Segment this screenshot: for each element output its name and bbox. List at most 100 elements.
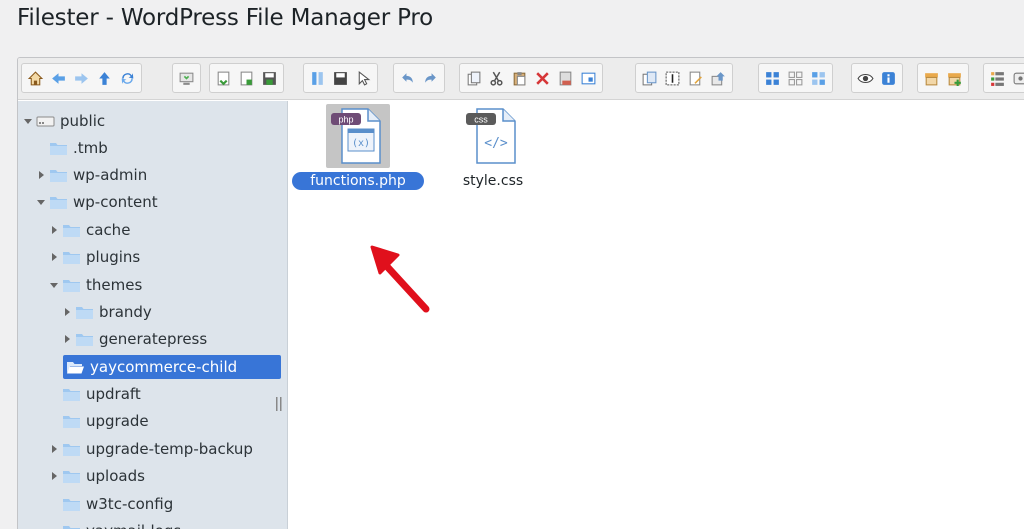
tree-item-plugins[interactable]: plugins	[48, 245, 140, 269]
info-icon[interactable]	[877, 66, 900, 90]
preview-icon[interactable]	[854, 66, 877, 90]
resize-icon[interactable]	[577, 66, 600, 90]
redo-icon[interactable]	[419, 66, 442, 90]
tree-item-upgrade-temp-backup[interactable]: upgrade-temp-backup	[48, 437, 253, 461]
open-icon[interactable]	[212, 66, 235, 90]
places-group	[303, 63, 378, 93]
tree-item-label: w3tc-config	[86, 495, 174, 513]
empty-icon[interactable]	[554, 66, 577, 90]
archive-group	[917, 63, 969, 93]
folder-icon	[62, 497, 86, 512]
tree-item-brandy[interactable]: brandy	[61, 300, 152, 324]
folder-icon	[49, 141, 73, 156]
tree-item-yaycommerce-child[interactable]: yaycommerce-child	[63, 355, 281, 379]
folder-icon	[62, 387, 86, 402]
sort-icon[interactable]	[986, 66, 1009, 90]
page-title: Filester - WordPress File Manager Pro	[17, 5, 433, 31]
file-item-style-css[interactable]: css </> style.css	[423, 104, 563, 190]
history-group	[393, 63, 445, 93]
save-icon[interactable]	[258, 66, 281, 90]
forward-icon[interactable]	[70, 66, 93, 90]
annotation-arrow-icon	[370, 245, 430, 313]
chevron-down-icon[interactable]	[35, 196, 47, 208]
tree-item-tmb[interactable]: .tmb	[35, 136, 108, 160]
cut-icon[interactable]	[485, 66, 508, 90]
back-icon[interactable]	[47, 66, 70, 90]
tree-item-label: .tmb	[73, 139, 108, 157]
view-list-icon[interactable]	[761, 66, 784, 90]
duplicate-icon[interactable]	[638, 66, 661, 90]
tree-item-themes[interactable]: themes	[48, 273, 142, 297]
rename-icon[interactable]	[661, 66, 684, 90]
resize-grip-icon[interactable]	[276, 397, 282, 411]
folder-icon	[62, 469, 86, 484]
chevron-right-icon[interactable]	[48, 224, 60, 236]
delete-icon[interactable]	[531, 66, 554, 90]
places-icon[interactable]	[306, 66, 329, 90]
tree-item-cache[interactable]: cache	[48, 218, 130, 242]
file-item-functions-php[interactable]: php (x) functions.php	[288, 104, 428, 190]
settings-icon[interactable]	[1009, 66, 1024, 90]
undo-icon[interactable]	[396, 66, 419, 90]
folder-icon	[49, 168, 73, 183]
folder-icon	[49, 195, 73, 210]
tree-item-wp-content[interactable]: wp-content	[35, 190, 158, 214]
add-archive-icon[interactable]	[943, 66, 966, 90]
chevron-right-icon[interactable]	[35, 169, 47, 181]
chevron-right-icon[interactable]	[48, 470, 60, 482]
archive-icon[interactable]	[920, 66, 943, 90]
file-name: style.css	[462, 173, 524, 189]
tree-item-label: wp-admin	[73, 166, 148, 184]
tree-item-label: upgrade-temp-backup	[86, 440, 253, 458]
copy-icon[interactable]	[462, 66, 485, 90]
view-small-icon[interactable]	[784, 66, 807, 90]
tree-item-yaymail-logs[interactable]: yaymail-logs	[48, 519, 181, 529]
select-icon[interactable]	[352, 66, 375, 90]
php-file-icon[interactable]: php (x)	[326, 104, 390, 168]
tree-item-w3tc-config[interactable]: w3tc-config	[48, 492, 173, 516]
folder-icon	[75, 332, 99, 347]
file-glyph: </>	[484, 136, 508, 151]
chevron-right-icon[interactable]	[61, 306, 73, 318]
extract-icon[interactable]	[707, 66, 730, 90]
reload-icon[interactable]	[116, 66, 139, 90]
tree-item-updraft[interactable]: updraft	[48, 382, 141, 406]
view-large-icon[interactable]	[807, 66, 830, 90]
edit-group	[459, 63, 603, 93]
tree-item-wp-admin[interactable]: wp-admin	[35, 163, 147, 187]
tree-item-public[interactable]: public	[22, 109, 105, 133]
css-file-icon[interactable]: css </>	[461, 104, 525, 168]
download-icon[interactable]	[235, 66, 258, 90]
tree-item-label: public	[60, 112, 106, 130]
tree-item-label: upgrade	[86, 412, 149, 430]
tree-item-uploads[interactable]: uploads	[48, 464, 145, 488]
toolbar	[18, 58, 1024, 100]
up-icon[interactable]	[93, 66, 116, 90]
sort-group	[983, 63, 1024, 93]
folder-icon	[75, 305, 99, 320]
chevron-right-icon[interactable]	[48, 443, 60, 455]
save-file-icon[interactable]	[329, 66, 352, 90]
chevron-down-icon[interactable]	[48, 279, 60, 291]
tree-item-generatepress[interactable]: generatepress	[61, 327, 207, 351]
paste-icon[interactable]	[508, 66, 531, 90]
folder-icon	[62, 414, 86, 429]
chevron-down-icon[interactable]	[22, 115, 34, 127]
file-glyph: (x)	[352, 138, 370, 149]
netmount-icon[interactable]	[175, 66, 198, 90]
home-icon[interactable]	[24, 66, 47, 90]
tree-item-upgrade[interactable]: upgrade	[48, 409, 149, 433]
chevron-right-icon[interactable]	[61, 333, 73, 345]
file-badge: css	[474, 115, 488, 125]
file-ops-group	[635, 63, 733, 93]
tree-item-label: generatepress	[99, 330, 208, 348]
tree-item-label: updraft	[86, 385, 141, 403]
netmount-group	[172, 63, 201, 93]
edit-icon[interactable]	[684, 66, 707, 90]
folder-icon	[62, 524, 86, 529]
chevron-right-icon[interactable]	[48, 251, 60, 263]
